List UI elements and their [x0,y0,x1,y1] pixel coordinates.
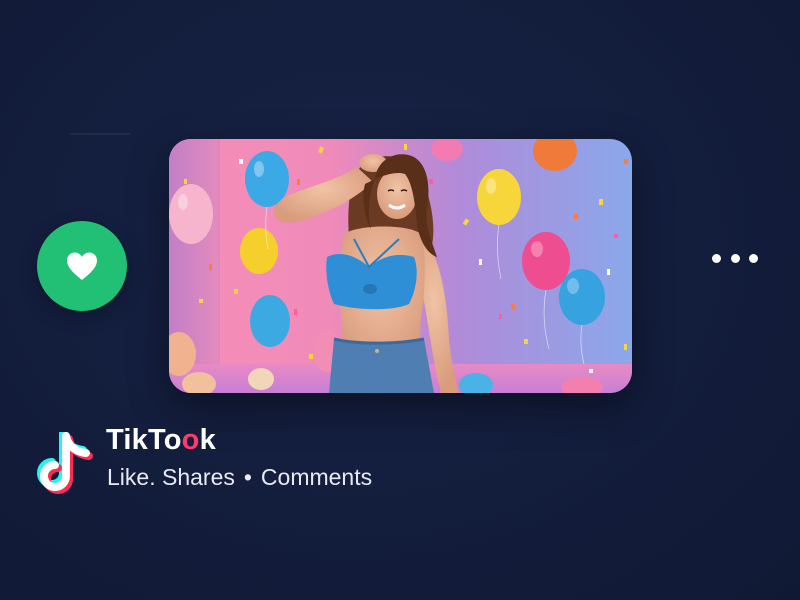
shares-label[interactable]: Shares [162,464,235,490]
background-streak [70,133,130,135]
comments-label[interactable]: Comments [261,464,372,490]
video-thumbnail[interactable] [169,139,632,393]
more-dot-3 [749,253,758,263]
engagement-stats: Like. Shares • Comments [107,464,372,491]
app-name: TikTook [106,424,216,457]
tiktok-note-logo-icon [37,432,93,494]
heart-icon [67,252,97,280]
like-button[interactable] [37,221,127,311]
app-name-part2: k [199,424,216,456]
app-name-accent: o [181,424,200,456]
like-label[interactable]: Like. [107,464,156,490]
more-options-button[interactable] [712,246,758,270]
stats-separator: • [243,464,252,490]
party-scene-image [169,139,632,393]
more-dot-1 [712,253,721,263]
more-dot-2 [730,253,740,263]
post-card-screen: TikTook Like. Shares • Comments [0,0,800,600]
app-name-part1: TikTo [106,424,182,456]
